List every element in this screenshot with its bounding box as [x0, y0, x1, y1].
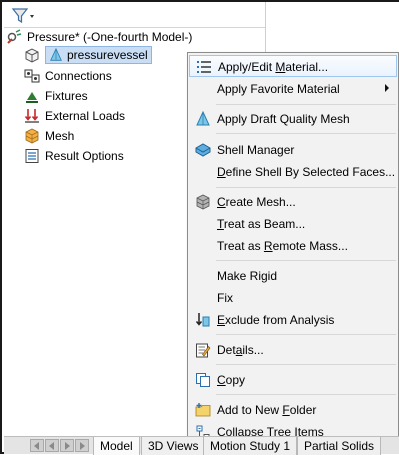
menu-item-treat-as-beam[interactable]: Treat as Beam... [189, 213, 397, 235]
menu-item-copy[interactable]: Copy [189, 369, 397, 391]
tree-filter-bar [4, 4, 265, 28]
menu-item-shell-manager[interactable]: Shell Manager [189, 139, 397, 161]
tab-model[interactable]: Model [93, 437, 140, 455]
menu-item-apply-draft-quality-mesh[interactable]: Apply Draft Quality Mesh [189, 108, 397, 130]
study-label: Pressure* (-One-fourth Model-) [27, 30, 193, 44]
draft-mesh-icon [196, 111, 210, 126]
tree-item-label: Connections [45, 69, 112, 83]
tree-item-result-options[interactable]: Result Options [24, 147, 124, 165]
menu-item-details[interactable]: Details... [189, 339, 397, 361]
part-folder-icon [25, 48, 39, 63]
menu-item-create-mesh[interactable]: Create Mesh... [189, 191, 397, 213]
solid-body-icon [50, 48, 62, 61]
tree-item-label: Fixtures [45, 89, 88, 103]
external-loads-icon [24, 109, 39, 123]
menu-separator [216, 364, 396, 365]
tab-motion-study[interactable]: Motion Study 1 [203, 437, 298, 455]
tree-item-label: External Loads [45, 109, 126, 123]
context-menu: Apply/Edit Material... Apply Favorite Ma… [187, 52, 399, 444]
create-mesh-icon [196, 194, 210, 210]
bottom-tab-bar: Model 3D Views Motion Study 1 Partial So… [4, 436, 399, 455]
exclude-icon [195, 313, 210, 327]
copy-icon [196, 373, 210, 387]
menu-item-fix[interactable]: Fix [189, 287, 397, 309]
mesh-icon [25, 128, 39, 144]
menu-item-treat-as-remote-mass[interactable]: Treat as Remote Mass... [189, 235, 397, 257]
tree-item-fixtures[interactable]: Fixtures [24, 87, 88, 105]
menu-item-make-rigid[interactable]: Make Rigid [189, 265, 397, 287]
details-icon [196, 343, 211, 358]
menu-separator [216, 394, 396, 395]
menu-separator [216, 133, 396, 134]
part-label: pressurevessel [67, 48, 148, 62]
tab-3d-views[interactable]: 3D Views [141, 437, 206, 455]
menu-item-apply-favorite-material[interactable]: Apply Favorite Material [189, 78, 397, 100]
last-tab-button[interactable] [75, 439, 89, 452]
tree-item-mesh[interactable]: Mesh [24, 127, 74, 145]
first-tab-button[interactable] [30, 439, 44, 452]
tree-item-label: Result Options [45, 149, 124, 163]
next-tab-button[interactable] [60, 439, 74, 452]
tree-item-part[interactable]: pressurevessel [24, 46, 152, 64]
filter-icon[interactable] [10, 7, 36, 25]
fixtures-icon [26, 92, 38, 103]
material-list-icon [197, 61, 211, 73]
menu-separator [216, 334, 396, 335]
tab-partial-solids[interactable]: Partial Solids [297, 437, 382, 455]
new-folder-icon [195, 403, 211, 417]
tree-item-label: Mesh [45, 129, 75, 143]
menu-item-add-to-new-folder[interactable]: Add to New Folder [189, 399, 397, 421]
menu-separator [216, 104, 396, 105]
submenu-arrow-icon [385, 84, 389, 92]
connections-icon [24, 69, 40, 83]
prev-tab-button[interactable] [45, 439, 59, 452]
study-icon [7, 29, 22, 44]
menu-item-apply-edit-material[interactable]: Apply/Edit Material... [189, 55, 397, 77]
menu-item-exclude-from-analysis[interactable]: Exclude from Analysis [189, 309, 397, 331]
window-frame: Pressure* (-One-fourth Model-) pressurev… [0, 0, 399, 455]
tree-item-study[interactable]: Pressure* (-One-fourth Model-) [6, 28, 192, 46]
menu-separator [216, 187, 396, 188]
menu-item-define-shell-by-selected-faces[interactable]: Define Shell By Selected Faces... [189, 161, 397, 183]
menu-separator [216, 260, 396, 261]
shell-manager-icon [195, 143, 211, 157]
tree-item-external-loads[interactable]: External Loads [24, 107, 125, 125]
tree-item-connections[interactable]: Connections [24, 67, 112, 85]
result-options-icon [25, 149, 39, 163]
